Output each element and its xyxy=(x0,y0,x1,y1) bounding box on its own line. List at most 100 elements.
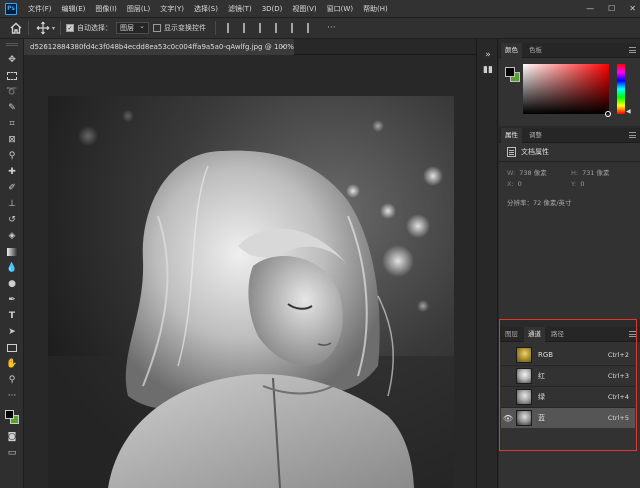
height-label: H: xyxy=(571,169,579,177)
align-bottom-icon[interactable] xyxy=(307,23,317,33)
menu-window[interactable]: 窗口(W) xyxy=(322,4,358,14)
type-tool-icon[interactable]: T xyxy=(5,309,19,323)
tab-color[interactable]: 颜色 xyxy=(501,43,522,58)
menu-help[interactable]: 帮助(H) xyxy=(358,4,393,14)
foreground-color-swatch[interactable] xyxy=(5,410,14,419)
marquee-tool-icon[interactable] xyxy=(5,69,19,83)
align-top-icon[interactable] xyxy=(275,23,285,33)
document-icon xyxy=(507,147,516,157)
panel-menu-icon[interactable] xyxy=(629,132,636,138)
align-middle-icon[interactable] xyxy=(291,23,301,33)
crop-tool-icon[interactable]: ⌗ xyxy=(5,117,19,131)
x-field[interactable]: X: 0 xyxy=(507,180,522,188)
options-bar: ▾ ✓ 自动选择： 图层 显示变换控件 ··· xyxy=(0,17,640,39)
transform-controls-checkbox[interactable] xyxy=(153,24,162,32)
expand-panels-icon[interactable]: » xyxy=(482,49,494,61)
eyedropper-tool-icon[interactable]: ⚲ xyxy=(5,149,19,163)
healing-brush-tool-icon[interactable]: ✚ xyxy=(5,165,19,179)
menu-3d[interactable]: 3D(D) xyxy=(257,5,288,13)
minimize-icon[interactable]: — xyxy=(586,4,594,13)
window-controls: — ☐ ✕ xyxy=(586,0,636,17)
panel-menu-icon[interactable] xyxy=(629,47,636,53)
menu-edit[interactable]: 编辑(E) xyxy=(57,4,91,14)
quick-select-tool-icon[interactable]: ✎ xyxy=(5,101,19,115)
close-icon[interactable]: ✕ xyxy=(629,4,636,13)
y-field[interactable]: Y: 0 xyxy=(571,180,584,188)
maximize-icon[interactable]: ☐ xyxy=(608,4,615,13)
menu-bar: Ps 文件(F) 编辑(E) 图像(I) 图层(L) 文字(Y) 选择(S) 滤… xyxy=(0,0,640,17)
hue-slider-handle-icon[interactable]: ◀ xyxy=(626,108,631,115)
align-right-icon[interactable] xyxy=(259,23,269,33)
gradient-tool-icon[interactable] xyxy=(5,245,19,259)
pen-tool-icon[interactable]: ✒ xyxy=(5,293,19,307)
path-select-tool-icon[interactable]: ➤ xyxy=(5,325,19,339)
rectangle-tool-icon[interactable] xyxy=(5,341,19,355)
properties-panel-tabs: 属性 调整 xyxy=(499,128,640,143)
dodge-tool-icon[interactable]: ● xyxy=(5,277,19,291)
color-panel-tabs: 颜色 色板 xyxy=(499,43,640,58)
home-icon[interactable] xyxy=(9,21,23,35)
move-tool-icon[interactable] xyxy=(36,21,50,35)
separator xyxy=(60,21,62,35)
separator xyxy=(215,21,217,35)
align-center-icon[interactable] xyxy=(243,23,253,33)
document-properties-heading: 文档属性 xyxy=(507,147,549,157)
quick-mask-icon[interactable]: ◙ xyxy=(5,430,19,444)
move-tool-icon[interactable]: ✥ xyxy=(5,53,19,67)
menu-view[interactable]: 视图(V) xyxy=(287,4,321,14)
clone-stamp-tool-icon[interactable]: ⊥ xyxy=(5,197,19,211)
divider xyxy=(499,161,640,162)
more-options-icon[interactable]: ··· xyxy=(327,23,336,33)
screen-mode-icon[interactable]: ▭ xyxy=(5,446,19,460)
transform-controls-label: 显示变换控件 xyxy=(164,24,207,32)
zoom-tool-icon[interactable]: ⚲ xyxy=(5,373,19,387)
canvas-area[interactable] xyxy=(24,55,476,488)
frame-tool-icon[interactable]: ⊠ xyxy=(5,133,19,147)
auto-select-checkbox[interactable]: ✓ xyxy=(66,24,75,32)
y-label: Y: xyxy=(571,180,577,188)
eraser-tool-icon[interactable]: ◈ xyxy=(5,229,19,243)
channels-highlight-box xyxy=(499,319,637,451)
section-title: 文档属性 xyxy=(521,148,549,156)
align-left-icon[interactable] xyxy=(227,23,237,33)
photoshop-logo: Ps xyxy=(5,2,17,15)
resolution-text: 分辨率：72 像素/英寸 xyxy=(507,199,572,207)
close-tab-icon[interactable]: × xyxy=(280,39,286,55)
width-value: 738 像素 xyxy=(519,169,547,177)
menu-file[interactable]: 文件(F) xyxy=(23,4,57,14)
brush-tool-icon[interactable]: ✐ xyxy=(5,181,19,195)
tab-properties[interactable]: 属性 xyxy=(501,128,522,143)
hue-slider[interactable] xyxy=(617,64,625,114)
history-panel-icon[interactable]: ▮▮ xyxy=(482,64,494,76)
width-field[interactable]: W: 738 像素 xyxy=(507,167,547,177)
right-panels: 颜色 色板 ◀ 属性 调整 文档属性 W: 738 像素 H: 731 像素 X: 0… xyxy=(499,39,640,488)
menu-layer[interactable]: 图层(L) xyxy=(122,4,155,14)
document-tab[interactable]: d52612884380fd4c3f048b4ecdd8ea53c0c004ff… xyxy=(24,39,294,55)
panel-dock: » ▮▮ xyxy=(476,39,498,488)
menu-image[interactable]: 图像(I) xyxy=(90,4,122,14)
align-buttons xyxy=(227,23,317,33)
auto-select-dropdown[interactable]: 图层 xyxy=(116,21,150,34)
tab-swatches[interactable]: 色板 xyxy=(525,43,546,58)
tools-panel: ✥ ➰ ✎ ⌗ ⊠ ⚲ ✚ ✐ ⊥ ↺ ◈ 💧 ● ✒ T ➤ ✋ ⚲ ··· … xyxy=(0,39,24,488)
foreground-color[interactable] xyxy=(505,67,515,77)
height-value: 731 像素 xyxy=(582,169,610,177)
blur-tool-icon[interactable]: 💧 xyxy=(5,261,19,275)
lasso-tool-icon[interactable]: ➰ xyxy=(5,85,19,99)
chevron-down-icon[interactable]: ▾ xyxy=(52,25,55,32)
y-value: 0 xyxy=(580,180,585,188)
menu-type[interactable]: 文字(Y) xyxy=(155,4,189,14)
menu-select[interactable]: 选择(S) xyxy=(189,4,223,14)
color-picker-cursor[interactable] xyxy=(605,111,611,117)
tab-adjustments[interactable]: 调整 xyxy=(525,128,546,143)
menu-filter[interactable]: 滤镜(T) xyxy=(223,4,257,14)
x-value: 0 xyxy=(517,180,522,188)
x-label: X: xyxy=(507,180,514,188)
hand-tool-icon[interactable]: ✋ xyxy=(5,357,19,371)
history-brush-tool-icon[interactable]: ↺ xyxy=(5,213,19,227)
color-picker-field[interactable] xyxy=(523,64,609,114)
toolbar-grip[interactable] xyxy=(6,43,18,46)
more-tools-icon[interactable]: ··· xyxy=(5,389,19,403)
width-label: W: xyxy=(507,169,516,177)
height-field[interactable]: H: 731 像素 xyxy=(571,167,610,177)
